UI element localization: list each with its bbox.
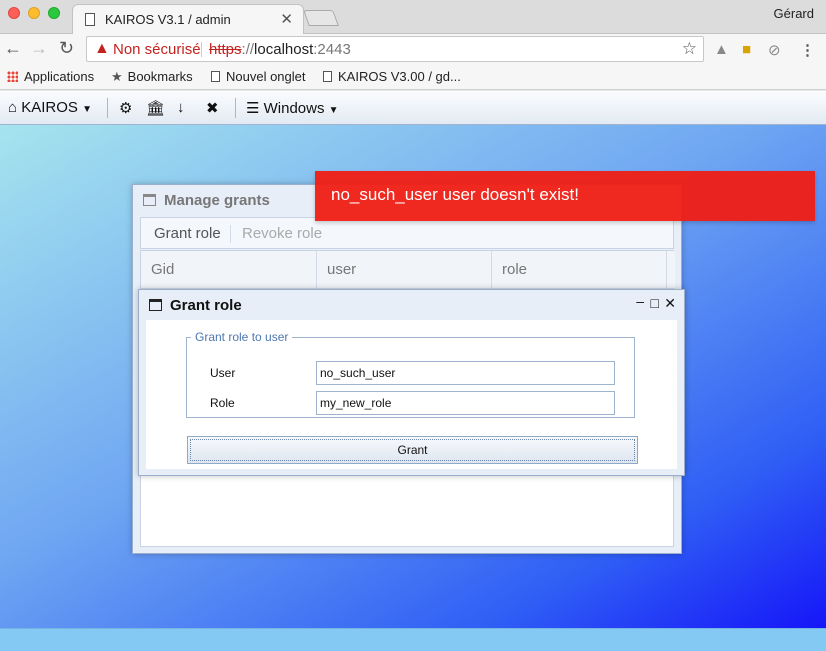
table-header: Gid user role [141,251,675,289]
tab-revoke-role[interactable]: Revoke role [242,225,322,242]
dialog-title: Grant role [170,297,242,314]
windows-menu-label: Windows [263,100,325,117]
page-icon [85,13,95,26]
role-input[interactable] [316,391,615,415]
url-separator: :// [241,41,255,58]
bookmark-kairos[interactable]: KAIROS V3.00 / gd... [323,69,461,84]
apps-grid-icon [7,71,18,82]
caret-down-icon: ▼ [82,104,92,115]
user-input[interactable] [316,361,615,385]
window-icon [143,194,156,206]
url-input[interactable]: ▲ Non sécurisé https://localhost:2443 ☆ [86,36,704,62]
tab-grant-role[interactable]: Grant role [154,225,221,242]
grant-role-fieldset: Grant role to user User Role [186,330,635,418]
browser-tab[interactable]: KAIROS V3.1 / admin ✕ [72,4,304,35]
address-bar-row: ← → ↻ ▲ Non sécurisé https://localhost:2… [0,34,826,64]
grants-tab-bar: Grant role Revoke role [140,217,674,249]
app-toolbar: ⌂ KAIROS ▼ ⚙ 🏛 ↓ ✖ ☰ Windows ▼ [0,91,826,125]
grant-button[interactable]: Grant [187,436,638,464]
download-arrow-icon[interactable]: ↓ [177,99,185,116]
bookmark-label: Applications [24,69,95,84]
column-header-gid[interactable]: Gid [141,251,317,289]
bookmark-star-icon[interactable]: ☆ [682,39,697,59]
page-icon [323,71,332,82]
maximize-window-button[interactable] [48,7,60,19]
tab-divider [230,225,231,243]
profile-name[interactable]: Gérard [774,6,814,21]
bookmark-label: KAIROS V3.00 / gd... [338,69,461,84]
window-icon [149,299,162,311]
close-icon[interactable]: ✕ [664,295,676,312]
kairos-menu[interactable]: ⌂ KAIROS ▼ [8,99,92,116]
settings-gear-icon[interactable]: ⚙ [119,99,132,117]
tab-title: KAIROS V3.1 / admin [105,12,231,27]
bookmark-applications[interactable]: Applications [7,69,94,84]
toolbar-divider [235,98,236,118]
close-tab-icon[interactable]: ✕ [280,10,293,28]
caret-down-icon: ▼ [328,105,339,116]
url-port: :2443 [313,41,351,58]
warning-icon: ▲ [94,40,110,57]
back-arrow-icon[interactable]: ← [4,38,22,59]
url-scheme: https [209,41,242,58]
minimize-icon[interactable]: – [636,293,644,309]
forward-arrow-icon[interactable]: → [30,38,48,59]
bookmark-nouvel-onglet[interactable]: Nouvel onglet [211,69,306,84]
minimize-window-button[interactable] [28,7,40,19]
dialog-body: Grant role to user User Role Grant [146,320,677,469]
close-x-icon[interactable]: ✖ [206,99,219,117]
blocked-extension-icon[interactable]: ⊘ [768,41,781,59]
list-icon: ☰ [246,100,260,117]
menu-dots-icon[interactable]: ⋮ [800,41,815,59]
error-toast[interactable]: no_such_user user doesn't exist! [315,171,815,221]
bank-icon[interactable]: 🏛 [146,99,165,117]
column-header-role[interactable]: role [492,251,667,289]
windows-menu[interactable]: ☰ Windows ▼ [246,99,339,117]
role-label: Role [210,396,235,410]
bookmark-bookmarks[interactable]: ★ Bookmarks [111,69,193,85]
omnibox-divider [201,42,202,57]
reload-icon[interactable]: ↻ [59,38,74,59]
new-tab-button[interactable] [303,10,339,26]
page-icon [211,71,220,82]
star-icon: ★ [111,69,123,84]
bookmark-label: Nouvel onglet [226,69,306,84]
bookmark-label: Bookmarks [127,69,193,84]
grant-role-dialog[interactable]: Grant role – □ ✕ Grant role to user User… [138,289,685,476]
toolbar-divider [107,98,108,118]
browser-tab-strip: KAIROS V3.1 / admin ✕ Gérard [0,0,826,35]
drive-extension-icon[interactable]: ▲ [714,41,729,58]
user-label: User [210,366,236,380]
app-status-bar [0,628,826,651]
kairos-menu-label: KAIROS [21,99,78,116]
window-title: Manage grants [164,192,270,209]
url-text: https://localhost:2443 [209,41,351,58]
maximize-icon[interactable]: □ [651,295,659,311]
fieldset-legend: Grant role to user [195,330,289,344]
security-label[interactable]: Non sécurisé [113,41,201,58]
dialog-title-bar[interactable]: Grant role – □ ✕ [139,290,684,320]
bookmarks-bar: Applications ★ Bookmarks Nouvel onglet KA… [0,64,826,90]
home-icon: ⌂ [8,99,18,116]
lock-extension-icon[interactable]: ■ [742,41,751,58]
url-host: localhost [254,41,314,58]
close-window-button[interactable] [8,7,20,19]
column-header-user[interactable]: user [317,251,492,289]
